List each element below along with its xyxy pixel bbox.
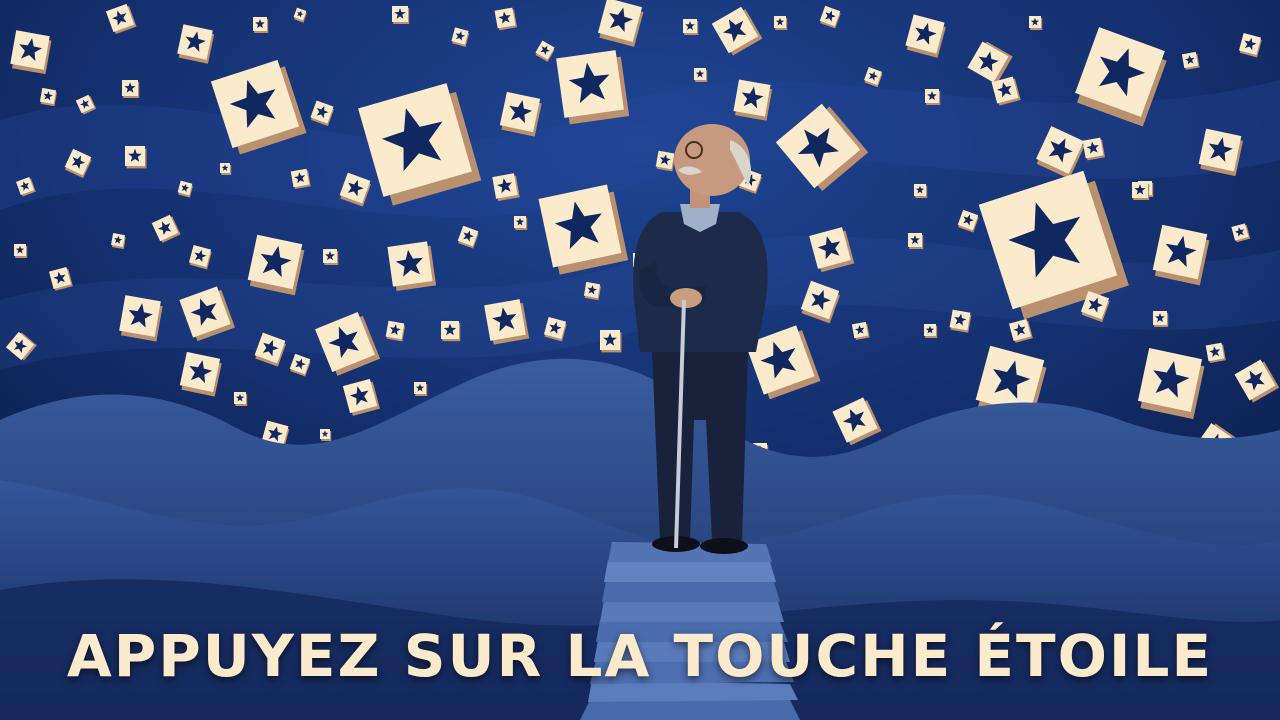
star-key-icon: [220, 163, 232, 175]
star-key-icon: [290, 168, 311, 190]
star-key-icon: [492, 173, 520, 202]
star-key-icon: [253, 17, 269, 33]
star-key-icon: [441, 321, 461, 342]
star-key-icon: [122, 80, 140, 98]
star-key-icon: [1029, 16, 1043, 30]
star-key-icon: [600, 330, 622, 353]
star-key-icon: [234, 392, 248, 406]
star-key-icon: [1181, 51, 1200, 70]
star-key-icon: [484, 299, 530, 345]
star-key-icon: [247, 234, 305, 296]
star-key-icon: [1152, 224, 1210, 286]
star-key-icon: [494, 7, 518, 31]
star-key-icon: [387, 241, 437, 291]
star-key-icon: [583, 281, 601, 301]
star-key-icon: [1153, 311, 1169, 327]
star-key-icon: [1198, 128, 1243, 177]
star-key-icon: [1082, 137, 1106, 161]
illustration: [0, 0, 1280, 720]
headline: APPUYEZ SUR LA TOUCHE ÉTOILE: [66, 622, 1214, 690]
star-key-icon: [14, 244, 28, 258]
star-key-icon: [39, 87, 57, 107]
scene: APPUYEZ SUR LA TOUCHE ÉTOILE: [0, 0, 1280, 720]
star-key-icon: [111, 233, 126, 250]
star-key-icon: [177, 24, 215, 64]
star-key-icon: [125, 146, 147, 169]
star-key-icon: [320, 429, 332, 441]
star-key-icon: [538, 184, 629, 275]
star-key-icon: [414, 382, 428, 396]
star-key-icon: [385, 320, 406, 342]
star-key-icon: [683, 19, 699, 35]
star-key-icon: [694, 68, 708, 82]
star-key-icon: [949, 309, 972, 333]
star-key-icon: [774, 16, 788, 30]
star-key-icon: [1205, 342, 1226, 364]
star-key-icon: [1137, 347, 1205, 420]
star-key-icon: [1132, 182, 1150, 200]
star-key-icon: [323, 249, 339, 265]
star-key-icon: [914, 184, 928, 198]
star-key-icon: [392, 6, 410, 24]
star-key-icon: [908, 233, 924, 249]
star-key-icon: [514, 216, 528, 230]
star-key-icon: [925, 89, 941, 105]
star-key-icon: [733, 79, 773, 121]
star-key-icon: [10, 30, 52, 75]
star-key-icon: [179, 351, 222, 397]
star-key-icon: [851, 321, 870, 340]
star-key-icon: [655, 150, 676, 172]
star-key-icon: [499, 91, 542, 137]
star-key-icon: [924, 324, 938, 338]
star-key-icon: [556, 50, 630, 125]
star-key-icon: [119, 295, 163, 342]
